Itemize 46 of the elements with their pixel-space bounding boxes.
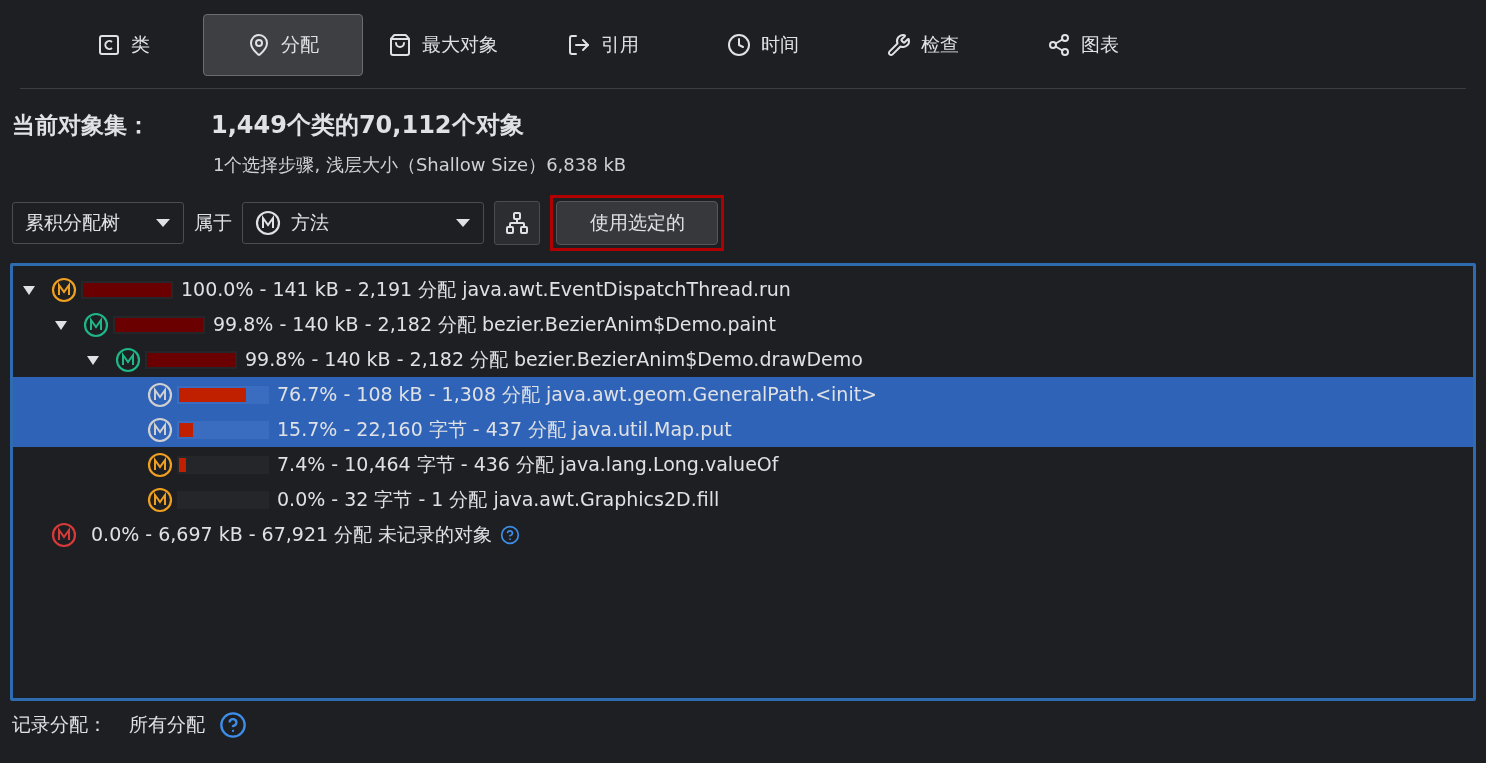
export-icon xyxy=(567,33,591,57)
footer-value: 所有分配 xyxy=(129,712,205,737)
tab[interactable]: 类 xyxy=(43,14,203,76)
tree-row[interactable]: 7.4% - 10,464 字节 - 436 分配 java.lang.Long.valueOf xyxy=(13,447,1473,482)
help-icon[interactable] xyxy=(500,524,521,545)
of-label: 属于 xyxy=(194,210,232,235)
tab[interactable]: 引用 xyxy=(523,14,683,76)
object-set-headline: 1,449个类的70,112个对象 xyxy=(211,110,524,141)
tree-row-text: 99.8% - 140 kB - 2,182 分配 bezier.BezierAnim$Demo.paint xyxy=(213,311,776,337)
clock-icon xyxy=(727,33,751,57)
apply-button[interactable]: 使用选定的 xyxy=(556,201,718,245)
tree-row[interactable]: 15.7% - 22,160 字节 - 437 分配 java.util.Map.put xyxy=(13,412,1473,447)
tree-row-text: 76.7% - 108 kB - 1,308 分配 java.awt.geom.GeneralPath.<init> xyxy=(277,381,878,407)
graph-icon xyxy=(1047,33,1071,57)
tree-row-text: 15.7% - 22,160 字节 - 437 分配 java.util.Map.put xyxy=(277,416,732,442)
summary-label: 当前对象集： xyxy=(12,111,151,140)
tree-row-text: 99.8% - 140 kB - 2,182 分配 bezier.BezierAnim$Demo.drawDemo xyxy=(245,346,863,372)
tree-row[interactable]: 99.8% - 140 kB - 2,182 分配 bezier.BezierAnim$Demo.paint xyxy=(13,307,1473,342)
footer-label: 记录分配： xyxy=(12,712,107,737)
tree-row-text: 0.0% - 32 字节 - 1 分配 java.awt.Graphics2D.fill xyxy=(277,486,720,512)
tab[interactable]: 检查 xyxy=(843,14,1003,76)
object-set-detail: 1个选择步骤, 浅层大小（Shallow Size）6,838 kB xyxy=(213,153,628,177)
tab[interactable]: 分配 xyxy=(203,14,363,76)
bag-icon xyxy=(388,33,412,57)
method-icon xyxy=(255,210,281,236)
tab[interactable]: 时间 xyxy=(683,14,843,76)
hierarchy-button[interactable] xyxy=(494,201,540,245)
map-pin-icon xyxy=(247,33,271,57)
tab[interactable]: 最大对象 xyxy=(363,14,523,76)
tree-row-text: 7.4% - 10,464 字节 - 436 分配 java.lang.Long.valueOf xyxy=(277,451,779,477)
tree-row[interactable]: 0.0% - 6,697 kB - 67,921 分配 未记录的对象 xyxy=(13,517,1473,552)
tab[interactable]: 图表 xyxy=(1003,14,1163,76)
wrench-icon xyxy=(887,33,911,57)
help-icon[interactable] xyxy=(219,711,247,739)
dropdown-caret-icon xyxy=(455,218,471,228)
dropdown-caret-icon xyxy=(155,218,171,228)
class-icon xyxy=(96,33,121,57)
tree-row[interactable]: 100.0% - 141 kB - 2,191 分配 java.awt.EventDispatchThread.run xyxy=(13,272,1473,307)
tree-row-text: 0.0% - 6,697 kB - 67,921 分配 未记录的对象 xyxy=(91,521,493,547)
hierarchy-icon xyxy=(505,211,529,235)
tree-row-text: 100.0% - 141 kB - 2,191 分配 java.awt.EventDispatchThread.run xyxy=(181,276,791,302)
grouping-select[interactable]: 方法 xyxy=(242,202,484,244)
tree-row[interactable]: 99.8% - 140 kB - 2,182 分配 bezier.BezierAnim$Demo.drawDemo xyxy=(13,342,1473,377)
view-select[interactable]: 累积分配树 xyxy=(12,202,184,244)
tree-row[interactable]: 0.0% - 32 字节 - 1 分配 java.awt.Graphics2D.fill xyxy=(13,482,1473,517)
tree-row[interactable]: 76.7% - 108 kB - 1,308 分配 java.awt.geom.GeneralPath.<init> xyxy=(13,377,1473,412)
